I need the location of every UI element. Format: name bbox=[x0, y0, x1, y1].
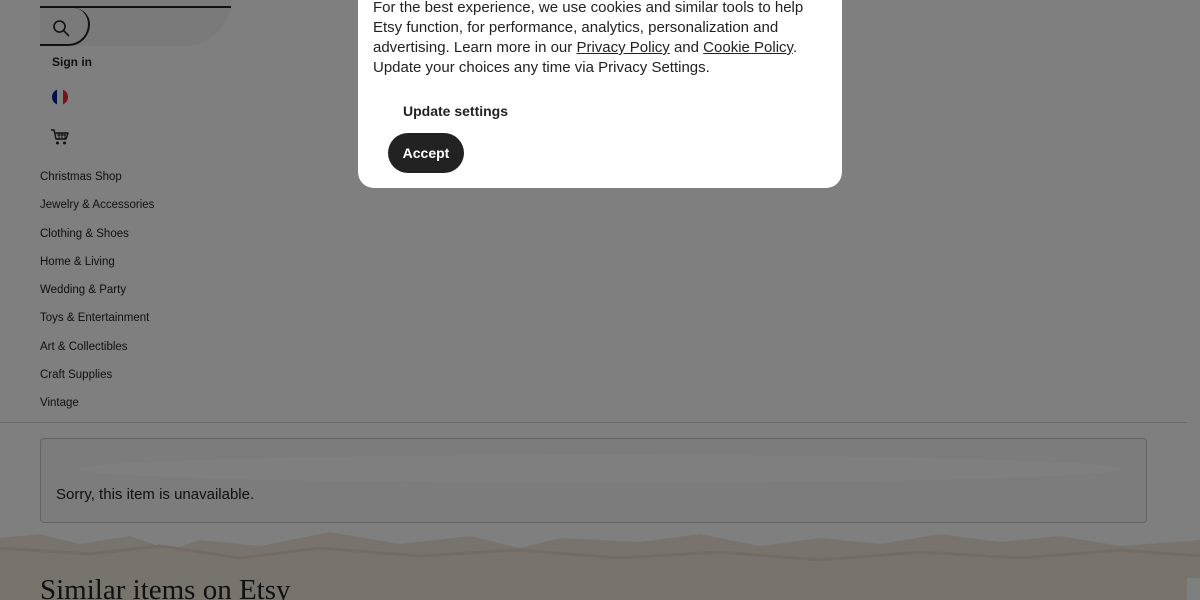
cookie-consent-dialog: For the best experience, we use cookies … bbox=[358, 0, 842, 188]
cookie-policy-link[interactable]: Cookie Policy bbox=[703, 39, 793, 56]
privacy-policy-link[interactable]: Privacy Policy bbox=[576, 39, 669, 56]
accept-button[interactable]: Accept bbox=[388, 133, 464, 173]
cookie-message: For the best experience, we use cookies … bbox=[373, 0, 833, 78]
cookie-text-part: and bbox=[669, 39, 704, 56]
update-settings-button[interactable]: Update settings bbox=[403, 103, 508, 119]
etsy-listing-page: Sign in Christmas Shop Jewelry & Accesso… bbox=[0, 0, 1200, 600]
